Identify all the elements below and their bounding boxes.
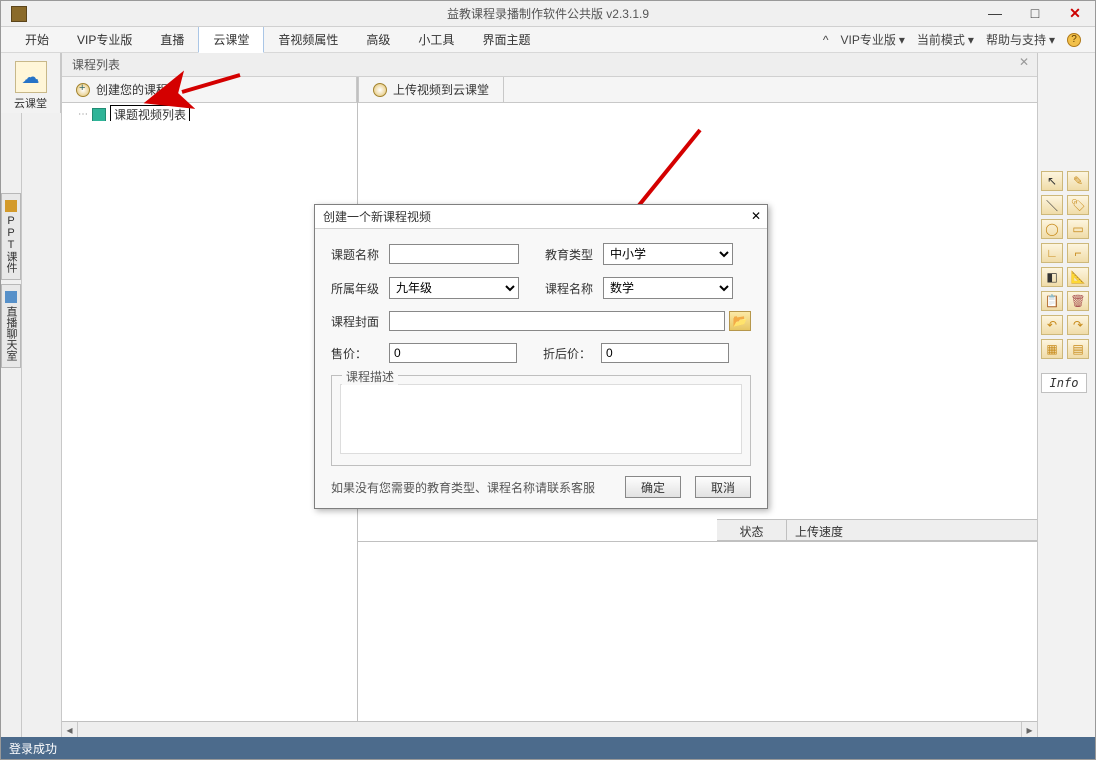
menu-av-props[interactable]: 音视频属性 xyxy=(264,27,352,52)
menu-tools[interactable]: 小工具 xyxy=(404,27,468,52)
menu-vip[interactable]: VIP专业版 xyxy=(63,27,146,52)
course-name-input[interactable] xyxy=(389,244,519,264)
label-discount: 折后价： xyxy=(543,345,601,362)
dialog-close-button[interactable]: ✕ xyxy=(751,209,761,223)
side-tab-chat[interactable]: 直播聊天室 xyxy=(1,284,21,368)
help-icon[interactable]: ? xyxy=(1067,33,1081,47)
panel-title-bar: 课程列表 ✕ xyxy=(62,53,1037,77)
ppt-icon xyxy=(5,200,17,212)
subject-select[interactable]: 数学 xyxy=(603,277,733,299)
menu-right-vip[interactable]: VIP专业版 ▾ xyxy=(835,31,911,48)
description-textarea[interactable] xyxy=(340,384,742,454)
expander-icon[interactable]: ⋯ xyxy=(78,109,88,120)
chat-icon xyxy=(5,291,17,303)
label-edu-type: 教育类型 xyxy=(545,246,603,263)
upload-video-button[interactable]: 上传视频到云课堂 xyxy=(358,77,504,102)
menu-theme[interactable]: 界面主题 xyxy=(468,27,544,52)
tool-undo-icon[interactable]: ↶ xyxy=(1041,315,1063,335)
cloud-icon: ☁ xyxy=(15,61,47,93)
menu-advanced[interactable]: 高级 xyxy=(352,27,404,52)
browse-button[interactable]: 📂 xyxy=(729,311,751,331)
menu-cloud-class[interactable]: 云课堂 xyxy=(198,26,264,53)
scroll-left-icon[interactable]: ◂ xyxy=(62,722,78,737)
side-tabs: PPT课件 直播聊天室 xyxy=(1,113,21,737)
menu-right-chevron-icon: ^ xyxy=(817,33,835,47)
tool-axis2-icon[interactable]: ⌐ xyxy=(1067,243,1089,263)
price-input[interactable] xyxy=(389,343,517,363)
side-tab-ppt[interactable]: PPT课件 xyxy=(1,193,21,280)
edu-type-select[interactable]: 中小学 xyxy=(603,243,733,265)
menu-live[interactable]: 直播 xyxy=(146,27,198,52)
status-text: 登录成功 xyxy=(9,740,57,757)
tool-tag-icon[interactable]: 🏷 xyxy=(1067,195,1089,215)
tool-line-icon[interactable]: ＼ xyxy=(1041,195,1063,215)
tool-ellipse-icon[interactable]: ◯ xyxy=(1041,219,1063,239)
tool-copy-icon[interactable]: 📋 xyxy=(1041,291,1063,311)
panel-close-icon[interactable]: ✕ xyxy=(1019,55,1029,69)
tool-redo-icon[interactable]: ↷ xyxy=(1067,315,1089,335)
cloud-class-button[interactable]: ☁ 云课堂 xyxy=(7,57,55,115)
create-course-dialog: 创建一个新课程视频 ✕ 课题名称 教育类型 中小学 所属年级 九年级 课程名称 … xyxy=(314,204,768,509)
folder-open-icon: 📂 xyxy=(733,314,748,328)
menu-right-mode[interactable]: 当前模式 ▾ xyxy=(911,31,980,48)
ok-button[interactable]: 确定 xyxy=(625,476,681,498)
label-grade: 所属年级 xyxy=(331,280,389,297)
dialog-hint: 如果没有您需要的教育类型、课程名称请联系客服 xyxy=(331,479,611,496)
tool-box-icon[interactable]: ▦ xyxy=(1041,339,1063,359)
tool-delete-icon[interactable]: 🗑 xyxy=(1067,291,1089,311)
app-icon xyxy=(11,6,27,22)
label-price: 售价： xyxy=(331,345,389,362)
create-course-button[interactable]: 创建您的课程 xyxy=(62,77,357,102)
caret-down-icon: ▾ xyxy=(1049,33,1055,47)
col-speed: 上传速度 xyxy=(787,520,1037,540)
menu-start[interactable]: 开始 xyxy=(11,27,63,52)
tool-axis-icon[interactable]: ∟ xyxy=(1041,243,1063,263)
caret-down-icon: ▾ xyxy=(968,33,974,47)
cancel-button[interactable]: 取消 xyxy=(695,476,751,498)
left-rail: ☁ 云课堂 xyxy=(1,53,61,113)
panel-toolbar: 创建您的课程 xyxy=(62,77,357,103)
window-controls: — □ ✕ xyxy=(975,1,1095,25)
label-subject: 课程名称 xyxy=(545,280,603,297)
menu-right-help[interactable]: 帮助与支持 ▾ xyxy=(980,31,1061,48)
right-rail: ↖✎ ＼🏷 ◯▭ ∟⌐ ◧📐 📋🗑 ↶↷ ▦▤ Info xyxy=(1037,53,1095,737)
tool-ruler-icon[interactable]: 📐 xyxy=(1067,267,1089,287)
maximize-button[interactable]: □ xyxy=(1015,1,1055,25)
globe-plus-icon xyxy=(76,83,90,97)
tool-arrow-icon[interactable]: ↖ xyxy=(1041,171,1063,191)
discount-input[interactable] xyxy=(601,343,729,363)
bottom-scrollbar[interactable]: ◂ ▸ xyxy=(62,721,1037,737)
titlebar: 益教课程录播制作软件公共版 v2.3.1.9 — □ ✕ xyxy=(1,1,1095,27)
caret-down-icon: ▾ xyxy=(899,33,905,47)
panel-title: 课程列表 xyxy=(72,58,120,72)
window-title: 益教课程录播制作软件公共版 v2.3.1.9 xyxy=(1,5,1095,22)
dialog-title: 创建一个新课程视频 xyxy=(323,208,431,225)
upload-table-header: 状态 上传速度 xyxy=(717,519,1037,541)
description-groupbox: 课程描述 xyxy=(331,375,751,466)
scroll-right-icon[interactable]: ▸ xyxy=(1021,722,1037,737)
tool-rect-icon[interactable]: ▭ xyxy=(1067,219,1089,239)
legend-description: 课程描述 xyxy=(342,368,398,385)
label-cover: 课程封面 xyxy=(331,313,389,330)
info-button[interactable]: Info xyxy=(1041,373,1087,393)
statusbar: 登录成功 xyxy=(1,737,1095,759)
tool-note-icon[interactable]: ▤ xyxy=(1067,339,1089,359)
tool-eraser-icon[interactable]: ◧ xyxy=(1041,267,1063,287)
dialog-titlebar: 创建一个新课程视频 ✕ xyxy=(315,205,767,229)
label-course-name: 课题名称 xyxy=(331,246,389,263)
grade-select[interactable]: 九年级 xyxy=(389,277,519,299)
col-status: 状态 xyxy=(717,520,787,540)
menubar: 开始 VIP专业版 直播 云课堂 音视频属性 高级 小工具 界面主题 ^ VIP… xyxy=(1,27,1095,53)
tool-pencil-icon[interactable]: ✎ xyxy=(1067,171,1089,191)
cover-input[interactable] xyxy=(389,311,725,331)
globe-upload-icon xyxy=(373,83,387,97)
minimize-button[interactable]: — xyxy=(975,1,1015,25)
close-button[interactable]: ✕ xyxy=(1055,1,1095,25)
video-list-icon xyxy=(92,108,106,122)
